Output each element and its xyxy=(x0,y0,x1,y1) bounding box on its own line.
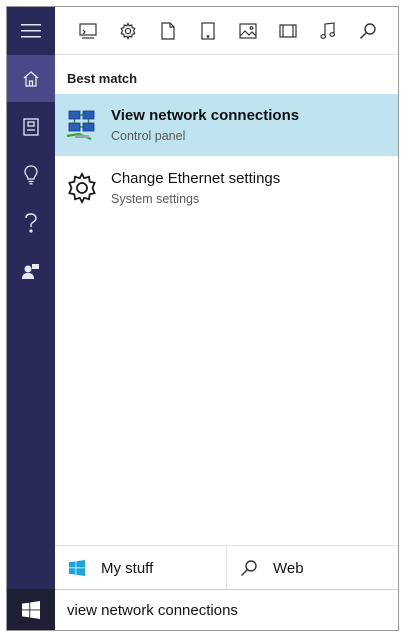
filter-search-button[interactable] xyxy=(354,17,382,45)
result-title: View network connections xyxy=(111,107,300,124)
filter-photos-button[interactable] xyxy=(234,17,262,45)
music-icon xyxy=(320,22,336,39)
search-results: Best match View network connections Cont… xyxy=(55,55,398,545)
filter-toolbar xyxy=(55,7,398,55)
windows-logo-icon xyxy=(22,601,40,619)
videos-icon xyxy=(279,24,297,38)
search-input[interactable]: view network connections xyxy=(55,589,398,630)
result-subtitle: System settings xyxy=(111,192,200,206)
filter-tablet-button[interactable] xyxy=(194,17,222,45)
web-label: Web xyxy=(273,559,304,577)
lightbulb-icon xyxy=(24,164,38,184)
result-title: Change Ethernet settings xyxy=(111,170,281,187)
notebook-button[interactable] xyxy=(7,103,55,150)
section-title: Best match xyxy=(67,71,138,86)
home-icon xyxy=(23,70,39,87)
my-stuff-button[interactable]: My stuff xyxy=(55,546,227,590)
filter-music-button[interactable] xyxy=(314,17,342,45)
feedback-button[interactable] xyxy=(7,247,55,294)
help-button[interactable] xyxy=(7,199,55,246)
gear-icon xyxy=(68,172,96,204)
result-item[interactable]: Change Ethernet settings System settings xyxy=(55,157,398,219)
web-button[interactable]: Web xyxy=(227,546,398,590)
reminders-button[interactable] xyxy=(7,151,55,198)
home-button[interactable] xyxy=(7,55,55,102)
tablet-icon xyxy=(201,22,215,40)
search-icon xyxy=(239,558,259,578)
filter-videos-button[interactable] xyxy=(274,17,302,45)
hamburger-menu-button[interactable] xyxy=(7,7,55,54)
settings-icon xyxy=(120,22,136,40)
apps-icon xyxy=(79,23,97,39)
search-scope-bar: My stuff Web xyxy=(55,545,398,590)
search-icon xyxy=(360,23,376,39)
windows-logo-icon xyxy=(67,558,87,578)
left-rail xyxy=(7,7,55,589)
filter-apps-button[interactable] xyxy=(74,17,102,45)
photos-icon xyxy=(239,23,257,39)
network-connections-icon xyxy=(66,110,95,141)
start-button[interactable] xyxy=(7,589,55,630)
my-stuff-label: My stuff xyxy=(101,559,154,577)
help-icon xyxy=(25,212,37,233)
result-subtitle: Control panel xyxy=(111,129,186,143)
result-item[interactable]: View network connections Control panel xyxy=(55,94,398,156)
filter-documents-button[interactable] xyxy=(154,17,182,45)
feedback-icon xyxy=(22,263,39,279)
notebook-icon xyxy=(23,117,39,136)
filter-settings-button[interactable] xyxy=(114,17,142,45)
hamburger-menu-icon xyxy=(21,23,41,37)
cortana-search-panel: Best match View network connections Cont… xyxy=(6,6,399,631)
search-query: view network connections xyxy=(67,602,238,619)
documents-icon xyxy=(161,22,175,40)
